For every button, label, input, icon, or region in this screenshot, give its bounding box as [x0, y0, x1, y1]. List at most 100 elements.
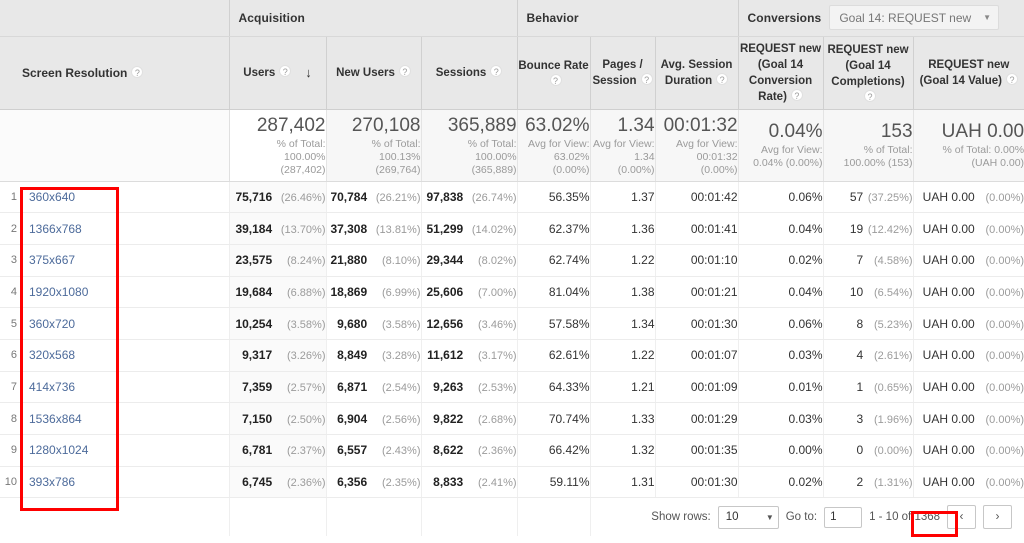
- new-users-percent: (2.54%): [381, 381, 421, 394]
- column-header-sessions[interactable]: Sessions?: [421, 36, 518, 110]
- column-header-goal-value[interactable]: REQUEST new (Goal 14 Value)?: [913, 36, 1024, 110]
- cell-sessions: 97,838 (26.74%): [421, 181, 518, 214]
- column-header-new-users[interactable]: New Users?: [326, 36, 422, 110]
- row-index-label: 8: [10, 412, 17, 425]
- summary-avg-session-duration: 00:01:32 Avg for View: 00:01:32 (0.00%): [655, 109, 739, 182]
- dimension-link[interactable]: 1366x768: [29, 222, 82, 236]
- dimension-link[interactable]: 360x640: [29, 190, 75, 204]
- row-dimension[interactable]: 1366x768: [20, 212, 230, 245]
- column-label-goal-conversion-rate: REQUEST new (Goal 14 Conversion Rate): [739, 42, 822, 103]
- row-index-label: 5: [10, 317, 17, 330]
- cell-users: 39,184 (13.70%): [229, 212, 327, 245]
- cell-goal-conversion-rate: 0.02%: [738, 244, 824, 277]
- help-icon-avg-session-duration[interactable]: ?: [716, 72, 729, 85]
- users-percent: (3.58%): [286, 318, 326, 331]
- bounce-rate-value: 70.74%: [548, 411, 590, 426]
- avg-session-duration-value: 00:01:10: [690, 253, 738, 268]
- goto-page-input[interactable]: [824, 506, 863, 528]
- help-icon-new-users[interactable]: ?: [398, 64, 411, 77]
- goal-completions-percent: (12.42%): [867, 223, 913, 236]
- cell-goal-completions: 57 (37.25%): [823, 181, 914, 214]
- cell-new-users: 18,869 (6.99%): [326, 276, 422, 309]
- column-header-avg-session-duration[interactable]: Avg. Session Duration?: [655, 36, 739, 110]
- row-dimension[interactable]: 414x736: [20, 371, 230, 404]
- dimension-link[interactable]: 1920x1080: [29, 285, 88, 299]
- row-index: 3: [0, 244, 20, 277]
- row-dimension[interactable]: 1920x1080: [20, 276, 230, 309]
- column-header-goal-conversion-rate[interactable]: REQUEST new (Goal 14 Conversion Rate)?: [738, 36, 824, 110]
- dimension-link[interactable]: 375x667: [29, 253, 75, 267]
- dimension-header-cell[interactable]: Screen Resolution?: [0, 36, 230, 110]
- row-dimension[interactable]: 393x786: [20, 466, 230, 499]
- cell-goal-value: UAH 0.00 (0.00%): [913, 402, 1024, 435]
- group-header-behavior: Behavior: [517, 0, 739, 37]
- help-icon-goal-completions[interactable]: ?: [864, 89, 877, 102]
- column-header-pages-session[interactable]: Pages / Session?: [590, 36, 656, 110]
- goal-value-percent: (0.00%): [985, 477, 1024, 490]
- new-users-value: 6,871: [337, 379, 368, 394]
- goal-value-value: UAH 0.00: [922, 411, 975, 426]
- sessions-value: 8,622: [433, 443, 464, 458]
- column-header-goal-completions[interactable]: REQUEST new (Goal 14 Completions)?: [823, 36, 914, 110]
- row-index-label: 1: [10, 190, 17, 203]
- dimension-link[interactable]: 320x568: [29, 348, 75, 362]
- column-label-sessions: Sessions: [435, 66, 487, 79]
- row-dimension[interactable]: 360x720: [20, 307, 230, 340]
- sort-desc-icon[interactable]: ↓: [305, 65, 312, 80]
- goal-value-percent: (0.00%): [985, 318, 1024, 331]
- cell-new-users: 6,356 (2.35%): [326, 466, 422, 499]
- row-dimension[interactable]: 375x667: [20, 244, 230, 277]
- next-page-button[interactable]: ›: [983, 505, 1013, 530]
- cell-sessions: 29,344 (8.02%): [421, 244, 518, 277]
- help-icon-pages-session[interactable]: ?: [640, 72, 653, 85]
- dimension-link[interactable]: 393x786: [29, 475, 75, 489]
- cell-new-users: 6,904 (2.56%): [326, 402, 422, 435]
- help-icon-users[interactable]: ?: [279, 64, 292, 77]
- column-header-users[interactable]: Users? ↓: [229, 36, 327, 110]
- row-index: 9: [0, 434, 20, 467]
- table-row: 10 393x786 6,745 (2.36%) 6,356 (2.35%) 8,833…: [0, 466, 1024, 499]
- summary-pages-session-value: 1.34: [617, 114, 655, 136]
- row-dimension[interactable]: 1536x864: [20, 402, 230, 435]
- column-header-bounce-rate[interactable]: Bounce Rate?: [517, 36, 591, 110]
- cell-sessions: 25,606 (7.00%): [421, 276, 518, 309]
- dimension-link[interactable]: 360x720: [29, 317, 75, 331]
- users-percent: (8.24%): [286, 255, 326, 268]
- row-index: 7: [0, 371, 20, 404]
- previous-page-button[interactable]: ‹: [947, 505, 977, 530]
- footer-spacer-1: [229, 497, 327, 537]
- dimension-link[interactable]: 414x736: [29, 380, 75, 394]
- summary-sessions-value: 365,889: [447, 114, 517, 136]
- cell-pages-session: 1.36: [590, 212, 656, 245]
- show-rows-value: 10: [725, 511, 739, 524]
- dimension-link[interactable]: 1280x1024: [29, 443, 88, 457]
- cell-bounce-rate: 66.42%: [517, 434, 591, 467]
- help-icon-sessions[interactable]: ?: [490, 64, 503, 77]
- dimension-link[interactable]: 1536x864: [29, 412, 82, 426]
- cell-users: 19,684 (6.88%): [229, 276, 327, 309]
- goal-select-dropdown[interactable]: Goal 14: REQUEST new ▼: [829, 5, 1000, 31]
- help-icon-bounce-rate[interactable]: ?: [549, 73, 562, 86]
- cell-goal-conversion-rate: 0.00%: [738, 434, 824, 467]
- cell-bounce-rate: 62.74%: [517, 244, 591, 277]
- footer-spacer-3: [421, 497, 518, 537]
- goal-completions-value: 4: [856, 348, 864, 363]
- cell-goal-completions: 0 (0.00%): [823, 434, 914, 467]
- cell-sessions: 51,299 (14.02%): [421, 212, 518, 245]
- new-users-value: 6,356: [337, 475, 368, 490]
- row-dimension[interactable]: 1280x1024: [20, 434, 230, 467]
- help-icon-dimension[interactable]: ?: [131, 65, 144, 78]
- cell-bounce-rate: 64.33%: [517, 371, 591, 404]
- group-label-acquisition: Acquisition: [238, 10, 305, 25]
- table-row: 2 1366x768 39,184 (13.70%) 37,308 (13.81%) 5…: [0, 212, 1024, 245]
- cell-goal-conversion-rate: 0.02%: [738, 466, 824, 499]
- goal-conversion-rate-value: 0.02%: [788, 253, 823, 268]
- help-icon-goal-value[interactable]: ?: [1006, 72, 1019, 85]
- help-icon-goal-conversion-rate[interactable]: ?: [790, 88, 803, 101]
- group-header-conversions: Conversions Goal 14: REQUEST new ▼: [738, 0, 1024, 37]
- cell-avg-session-duration: 00:01:30: [655, 466, 739, 499]
- row-dimension[interactable]: 320x568: [20, 339, 230, 372]
- row-dimension[interactable]: 360x640: [20, 181, 230, 214]
- show-rows-select[interactable]: 10 ▼: [717, 505, 779, 529]
- sessions-percent: (8.02%): [478, 255, 517, 268]
